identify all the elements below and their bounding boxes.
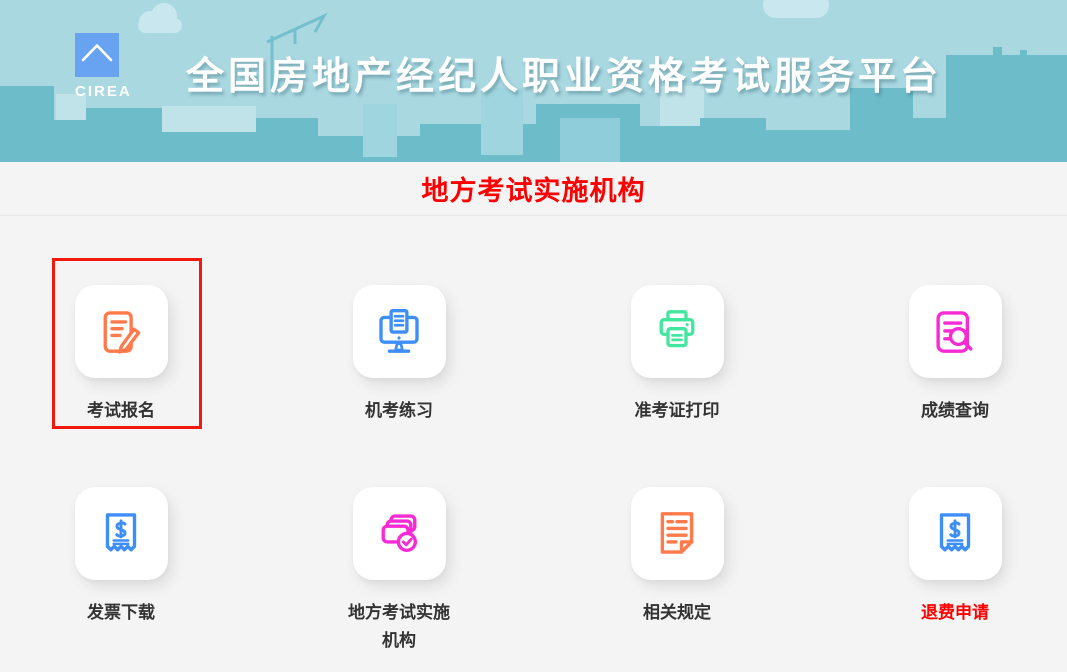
printer-icon	[650, 305, 704, 359]
doc-pencil-icon	[94, 305, 148, 359]
local-exam-agencies-button[interactable]	[353, 487, 446, 580]
service-card-label[interactable]: 准考证打印	[620, 397, 734, 425]
computer-exam-practice-button[interactable]	[353, 285, 446, 378]
refund-application-button[interactable]	[909, 487, 1002, 580]
service-card-label[interactable]: 成绩查询	[898, 397, 1012, 425]
cloud-icon	[763, 0, 829, 18]
exam-registration-button[interactable]	[75, 285, 168, 378]
service-card-invoice-download: 发票下载	[0, 487, 260, 655]
score-inquiry-button[interactable]	[909, 285, 1002, 378]
logo-text: CIREA	[75, 83, 119, 100]
service-card-label[interactable]: 相关规定	[620, 599, 734, 627]
service-card-score-inquiry: 成绩查询	[816, 285, 1067, 425]
cirea-logo[interactable]: CIREA	[75, 33, 119, 100]
service-card-exam-registration: 考试报名	[0, 285, 260, 425]
service-card-related-regulations: 相关规定	[538, 487, 816, 655]
service-card-label[interactable]: 机考练习	[342, 397, 456, 425]
service-card-refund-application: 退费申请	[816, 487, 1067, 655]
services-grid: 考试报名 机考练习	[0, 285, 1067, 655]
site-header: CIREA 全国房地产经纪人职业资格考试服务平台	[0, 0, 1067, 162]
service-card-label[interactable]: 退费申请	[898, 599, 1012, 627]
related-regulations-button[interactable]	[631, 487, 724, 580]
doc-search-icon	[928, 305, 982, 359]
service-card-label[interactable]: 考试报名	[64, 397, 178, 425]
logo-roof-icon	[75, 33, 119, 77]
invoice-download-button[interactable]	[75, 487, 168, 580]
service-card-label[interactable]: 发票下载	[64, 599, 178, 627]
receipt-dollar-icon	[94, 507, 148, 561]
monitor-doc-icon	[372, 305, 426, 359]
section-bar: 地方考试实施机构	[0, 162, 1067, 216]
service-card-local-exam-agencies: 地方考试实施机构	[260, 487, 538, 655]
service-card-admission-ticket-print: 准考证打印	[538, 285, 816, 425]
service-card-label[interactable]: 地方考试实施机构	[342, 599, 456, 655]
section-title: 地方考试实施机构	[422, 169, 646, 208]
admission-ticket-print-button[interactable]	[631, 285, 724, 378]
receipt-dollar-icon	[928, 507, 982, 561]
site-title: 全国房地产经纪人职业资格考试服务平台	[186, 45, 942, 100]
cards-check-icon	[372, 507, 426, 561]
service-card-computer-exam-practice: 机考练习	[260, 285, 538, 425]
page: CIREA 全国房地产经纪人职业资格考试服务平台 地方考试实施机构 考试报名	[0, 0, 1067, 672]
doc-lines-icon	[650, 507, 704, 561]
